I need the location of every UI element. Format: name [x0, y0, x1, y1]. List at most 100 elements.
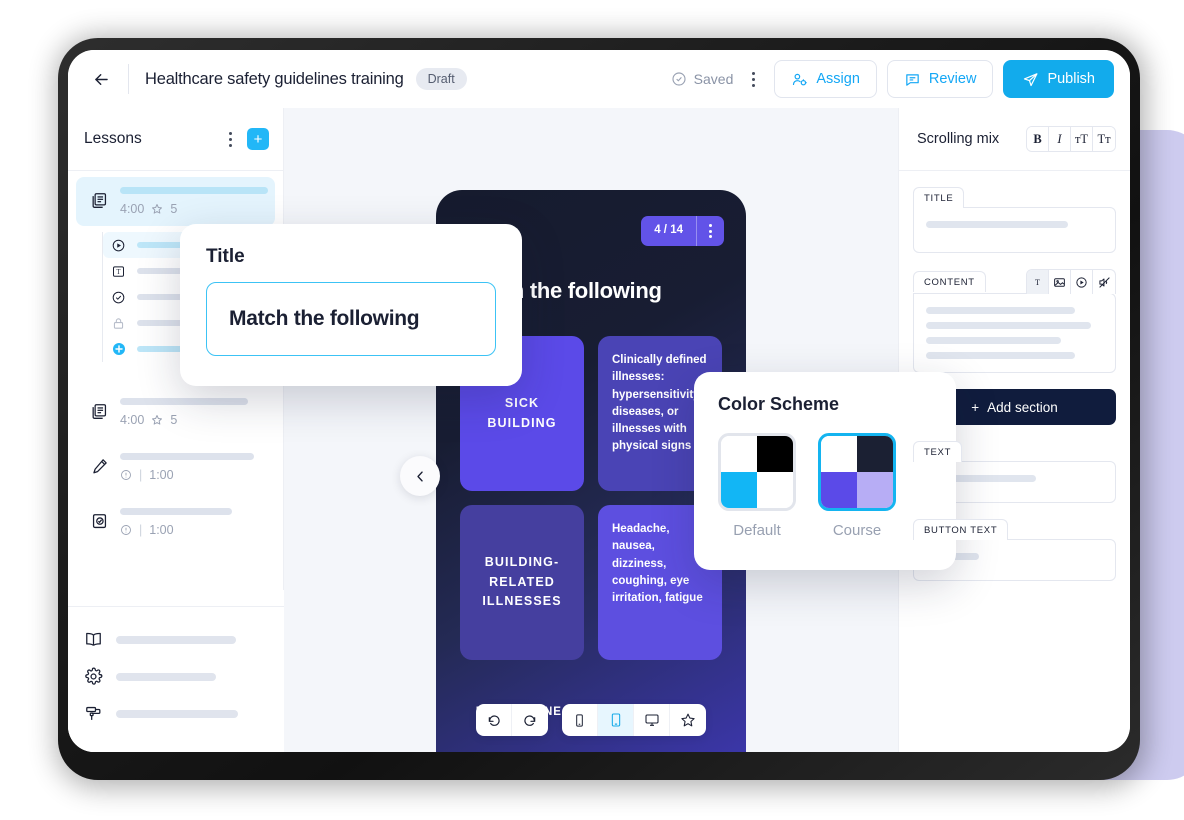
gear-icon: [84, 667, 104, 686]
publish-label: Publish: [1047, 71, 1095, 87]
bold-icon[interactable]: B: [1027, 127, 1049, 151]
match-card[interactable]: BUILDING-RELATED ILLNESSES: [460, 505, 584, 660]
lesson-meta: 4:00 5: [120, 202, 268, 216]
assign-label: Assign: [816, 71, 860, 87]
text-box-icon: T: [111, 263, 127, 279]
lesson-title-placeholder: [120, 187, 268, 194]
top-bar: Healthcare safety guidelines training Dr…: [68, 50, 1130, 108]
sidebar-more-button[interactable]: [220, 126, 241, 153]
favorite-button[interactable]: [670, 704, 706, 736]
nav-item-settings[interactable]: [68, 658, 284, 695]
content-tools: T: [1026, 269, 1116, 294]
device-preview-controls: [562, 704, 706, 736]
color-scheme-heading: Color Scheme: [718, 394, 840, 414]
add-section-label: Add section: [987, 399, 1058, 415]
star-icon: [151, 414, 163, 426]
font-size-large-icon[interactable]: ᴛT: [1071, 127, 1093, 151]
desktop-preview-button[interactable]: [634, 704, 670, 736]
info-icon: [120, 524, 132, 536]
swatch-quadrant: [757, 472, 793, 508]
more-options-button[interactable]: [743, 66, 764, 93]
app-screen: Healthcare safety guidelines training Dr…: [68, 50, 1130, 752]
image-icon[interactable]: [1049, 270, 1071, 294]
kebab-menu-icon: [229, 131, 232, 135]
nav-item-label-placeholder: [116, 672, 216, 681]
section-type-label: Scrolling mix: [917, 131, 1000, 147]
previous-slide-button[interactable]: [400, 456, 440, 496]
status-badge: Draft: [415, 68, 467, 90]
redo-button[interactable]: [512, 704, 548, 736]
font-size-small-icon[interactable]: Tᴛ: [1093, 127, 1115, 151]
back-button[interactable]: [86, 64, 116, 94]
color-scheme-options: Default Course: [718, 433, 932, 539]
plus-circle-icon: [111, 341, 127, 357]
title-popup-input[interactable]: Match the following: [206, 282, 496, 356]
chevron-left-icon: [413, 469, 428, 484]
send-icon: [1022, 71, 1039, 88]
text-icon[interactable]: T: [1027, 270, 1049, 294]
divider: [68, 606, 284, 607]
color-scheme-option-default[interactable]: Default: [718, 433, 796, 539]
slides-icon: [90, 402, 110, 421]
color-scheme-option-course[interactable]: Course: [818, 433, 896, 539]
swatch-quadrant: [757, 436, 793, 472]
tablet-preview-button[interactable]: [598, 704, 634, 736]
desktop-icon: [644, 712, 660, 728]
lesson-score: 5: [170, 202, 178, 216]
review-button[interactable]: Review: [886, 60, 994, 98]
lesson-duration: 4:00: [120, 413, 145, 427]
svg-text:T: T: [116, 269, 121, 276]
info-icon: [120, 469, 132, 481]
lesson-item-2[interactable]: 4:00 5: [76, 388, 275, 437]
text-placeholder: [926, 307, 1075, 314]
swatch-quadrant: [821, 436, 857, 472]
title-field: TITLE: [913, 187, 1116, 253]
lesson-meta: | 1:00: [120, 523, 263, 537]
kebab-menu-icon: [752, 71, 756, 75]
slide-pager[interactable]: 4 / 14: [641, 216, 724, 246]
lesson-body: 4:00 5: [120, 398, 263, 427]
nav-item-theme[interactable]: [68, 695, 284, 732]
review-label: Review: [928, 71, 977, 87]
mobile-preview-button[interactable]: [562, 704, 598, 736]
title-input[interactable]: [913, 207, 1116, 253]
user-assign-icon: [791, 71, 808, 88]
lesson-item-1[interactable]: 4:00 5: [76, 177, 275, 226]
video-icon[interactable]: [1071, 270, 1093, 294]
nav-item-library[interactable]: [68, 621, 284, 658]
arrow-left-icon: [92, 70, 111, 89]
content-input[interactable]: [913, 293, 1116, 373]
slide-menu-button[interactable]: [697, 216, 724, 246]
swatch-quadrant: [821, 472, 857, 508]
assign-button[interactable]: Assign: [774, 60, 877, 98]
slides-icon: [90, 191, 110, 210]
nav-item-label-placeholder: [116, 635, 236, 644]
lesson-body: 4:00 5: [120, 187, 268, 216]
audio-off-icon[interactable]: [1093, 270, 1115, 294]
add-lesson-button[interactable]: +: [247, 128, 269, 150]
publish-button[interactable]: Publish: [1003, 60, 1114, 98]
tablet-icon: [608, 712, 624, 728]
paint-roller-icon: [84, 704, 104, 723]
lesson-item-3[interactable]: | 1:00: [76, 443, 275, 492]
text-placeholder: [926, 337, 1061, 344]
lesson-title-placeholder: [120, 508, 232, 515]
canvas-toolbar: [476, 704, 706, 736]
sidebar-bottom-nav: [68, 590, 284, 752]
sidebar-header: Lessons +: [68, 108, 283, 170]
swatch-quadrant: [721, 472, 757, 508]
check-circle-icon: [111, 289, 127, 305]
swatch-label: Default: [733, 522, 781, 539]
plus-icon: +: [253, 130, 263, 148]
content-field: CONTENT T: [913, 269, 1116, 373]
lesson-duration: 1:00: [149, 523, 174, 537]
swatch-quadrant: [857, 472, 893, 508]
kebab-menu-icon: [709, 224, 712, 227]
lesson-item-4[interactable]: | 1:00: [76, 498, 275, 547]
undo-button[interactable]: [476, 704, 512, 736]
plus-icon: +: [971, 399, 980, 415]
sidebar-heading: Lessons: [84, 130, 142, 147]
italic-icon[interactable]: I: [1049, 127, 1071, 151]
lesson-title-placeholder: [120, 453, 254, 460]
lesson-body: | 1:00: [120, 508, 263, 537]
